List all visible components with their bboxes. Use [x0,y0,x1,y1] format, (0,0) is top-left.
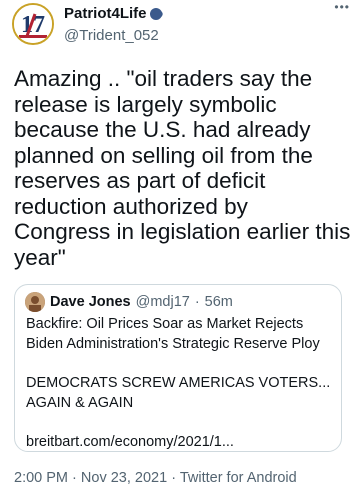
tweet-date[interactable]: Nov 23, 2021 [81,470,167,486]
quoted-headline-line: Backfire: Oil Prices Soar as Market Reje… [26,316,304,332]
seventeen-logo-icon: 17 [14,5,52,43]
tweet-time[interactable]: 2:00 PM [14,470,68,486]
footer-separator: · [171,470,177,486]
tweet-line: because the U.S. had already [14,117,311,142]
author-avatar[interactable]: 17 [12,3,54,45]
tweet-line: Congress in legislation earlier this [14,219,351,244]
author-display-name[interactable]: Patriot4Life [64,5,165,22]
quoted-body: Backfire: Oil Prices Soar as Market Reje… [26,315,338,453]
user-photo-icon [25,292,45,312]
quoted-display-name[interactable]: Dave Jones [50,294,131,310]
footer-separator: · [72,470,77,486]
author-display-name-text: Patriot4Life [64,5,147,22]
quoted-comment-line: AGAIN & AGAIN [26,394,134,411]
author-handle[interactable]: @Trident_052 [64,27,165,44]
more-options-icon[interactable]: ••• [334,0,350,14]
quoted-time: 56m [204,294,233,310]
quoted-header: Dave Jones @mdj17 · 56m [25,292,233,312]
quoted-handle: @mdj17 [135,294,190,310]
tweet-footer: 2:00 PM · Nov 23, 2021 · Twitter for And… [14,470,297,486]
tweet-text: Amazing .. "oil traders say the release … [14,66,352,270]
tweet-line: release is largely symbolic [14,91,277,117]
speaking-head-icon [149,7,163,20]
tweet-line: reserves as part of deficit [14,168,266,193]
tweet-header: 17 Patriot4Life @Trident_052 ••• [0,0,356,58]
quoted-tweet[interactable]: Dave Jones @mdj17 · 56m Backfire: Oil Pr… [14,284,342,452]
quoted-avatar[interactable] [25,292,45,312]
tweet-line: year" [14,244,66,270]
quoted-link[interactable]: breitbart.com/economy/2021/1... [26,434,234,450]
tweet-line: Amazing .. "oil traders say the [14,66,313,91]
quoted-separator: · [194,294,200,310]
quoted-headline-line: Biden Administration's Strategic Reserve… [26,335,320,352]
tweet-source[interactable]: Twitter for Android [180,470,297,486]
tweet-line: planned on selling oil from the [14,142,313,168]
quoted-comment-line: DEMOCRATS SCREW AMERICAS VOTERS... [26,375,331,391]
tweet-line: reduction authorized by [14,193,248,219]
author-names: Patriot4Life @Trident_052 [64,5,165,44]
